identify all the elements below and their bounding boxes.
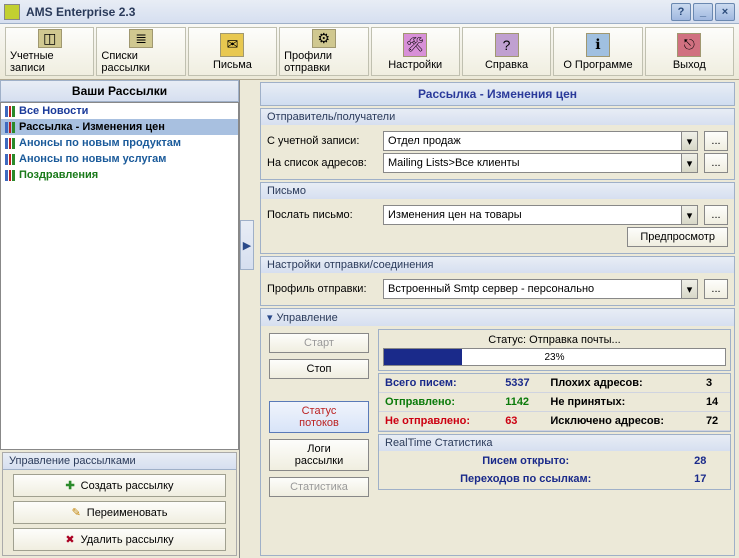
settings-icon: 🛠 — [403, 33, 427, 57]
list-select[interactable]: Mailing Lists>Все клиенты▾ — [383, 153, 698, 173]
about-icon: ℹ — [586, 33, 610, 57]
profile-label: Профиль отправки: — [267, 283, 377, 295]
plus-icon: ✚ — [65, 479, 74, 492]
exit-icon: ⎋ — [677, 33, 701, 57]
bullet-icon — [5, 106, 15, 117]
letter-select[interactable]: Изменения цен на товары▾ — [383, 205, 698, 225]
window-title: AMS Enterprise 2.3 — [26, 5, 669, 19]
manage-group: ▾Управление Старт Стоп Статус потоков Ло… — [260, 308, 735, 556]
account-select[interactable]: Отдел продаж▾ — [383, 131, 698, 151]
bullet-icon — [5, 138, 15, 149]
tree-item[interactable]: Анонсы по новым продуктам — [1, 135, 238, 151]
thread-status-button[interactable]: Статус потоков — [269, 401, 369, 433]
progress-bar: 23% — [383, 348, 726, 366]
chevron-down-icon[interactable]: ▾ — [681, 206, 697, 224]
tree-item[interactable]: Поздравления — [1, 167, 238, 183]
profile-browse-button[interactable]: ... — [704, 279, 728, 299]
edit-icon: ✎ — [72, 506, 81, 519]
help-icon: ? — [495, 33, 519, 57]
account-browse-button[interactable]: ... — [704, 131, 728, 151]
profiles-icon: ⚙ — [312, 29, 336, 48]
chevron-down-icon[interactable]: ▾ — [681, 154, 697, 172]
list-label: На список адресов: — [267, 157, 377, 169]
toolbar-help[interactable]: ?Справка — [462, 27, 551, 76]
status-text: Статус: Отправка почты... — [383, 334, 726, 346]
rename-mailing-button[interactable]: ✎Переименовать — [13, 501, 226, 524]
bullet-icon — [5, 122, 15, 133]
toolbar-about[interactable]: ℹО Программе — [553, 27, 642, 76]
chevron-down-icon[interactable]: ▾ — [267, 311, 273, 324]
sender-caption: Отправитель/получатели — [261, 109, 734, 125]
letter-caption: Письмо — [261, 183, 734, 199]
mailing-tree[interactable]: Все Новости Рассылка - Изменения цен Ано… — [0, 102, 239, 450]
manage-caption: ▾Управление — [261, 309, 734, 326]
collapse-sidebar-button[interactable]: ▶ — [240, 220, 254, 270]
toolbar-exit[interactable]: ⎋Выход — [645, 27, 734, 76]
bullet-icon — [5, 154, 15, 165]
toolbar-settings[interactable]: 🛠Настройки — [371, 27, 460, 76]
sidebar-title: Ваши Рассылки — [0, 80, 239, 102]
create-mailing-button[interactable]: ✚Создать рассылку — [13, 474, 226, 497]
tree-item-selected[interactable]: Рассылка - Изменения цен — [1, 119, 238, 135]
logs-button[interactable]: Логи рассылки — [269, 439, 369, 471]
profile-select[interactable]: Встроенный Smtp сервер - персонально▾ — [383, 279, 698, 299]
management-panel: Управление рассылками ✚Создать рассылку … — [2, 452, 237, 556]
toolbar-profiles[interactable]: ⚙Профили отправки — [279, 27, 368, 76]
management-caption: Управление рассылками — [3, 453, 236, 470]
toolbar-letters[interactable]: ✉Письма — [188, 27, 277, 76]
letter-group: Письмо Послать письмо: Изменения цен на … — [260, 182, 735, 254]
progress-text: 23% — [384, 349, 725, 365]
list-browse-button[interactable]: ... — [704, 153, 728, 173]
chevron-down-icon[interactable]: ▾ — [681, 132, 697, 150]
minimize-button[interactable]: _ — [693, 3, 713, 21]
page-title: Рассылка - Изменения цен — [260, 82, 735, 106]
bullet-icon — [5, 170, 15, 181]
send-label: Послать письмо: — [267, 209, 377, 221]
lists-icon: ≣ — [129, 29, 153, 48]
account-label: С учетной записи: — [267, 135, 377, 147]
help-button[interactable]: ? — [671, 3, 691, 21]
delete-icon: ✖ — [65, 533, 74, 546]
accounts-icon: ◫ — [38, 29, 62, 48]
letter-browse-button[interactable]: ... — [704, 205, 728, 225]
stop-button[interactable]: Стоп — [269, 359, 369, 379]
realtime-stats: RealTime Статистика Писем открыто:28 Пер… — [378, 434, 731, 490]
tree-item[interactable]: Анонсы по новым услугам — [1, 151, 238, 167]
app-logo-icon — [4, 4, 20, 20]
chevron-down-icon[interactable]: ▾ — [681, 280, 697, 298]
tree-item-all[interactable]: Все Новости — [1, 103, 238, 119]
main-toolbar: ◫Учетные записи ≣Списки рассылки ✉Письма… — [0, 24, 739, 80]
stats-table: Всего писем:5337Плохих адресов:3 Отправл… — [378, 373, 731, 432]
toolbar-lists[interactable]: ≣Списки рассылки — [96, 27, 185, 76]
preview-button[interactable]: Предпросмотр — [627, 227, 728, 247]
start-button[interactable]: Старт — [269, 333, 369, 353]
stats-button[interactable]: Статистика — [269, 477, 369, 497]
sender-group: Отправитель/получатели С учетной записи:… — [260, 108, 735, 180]
profile-caption: Настройки отправки/соединения — [261, 257, 734, 273]
rt-caption: RealTime Статистика — [379, 435, 730, 451]
status-box: Статус: Отправка почты... 23% — [378, 329, 731, 371]
title-bar: AMS Enterprise 2.3 ? _ × — [0, 0, 739, 24]
close-button[interactable]: × — [715, 3, 735, 21]
delete-mailing-button[interactable]: ✖Удалить рассылку — [13, 528, 226, 551]
letters-icon: ✉ — [220, 33, 244, 57]
toolbar-accounts[interactable]: ◫Учетные записи — [5, 27, 94, 76]
profile-group: Настройки отправки/соединения Профиль от… — [260, 256, 735, 306]
